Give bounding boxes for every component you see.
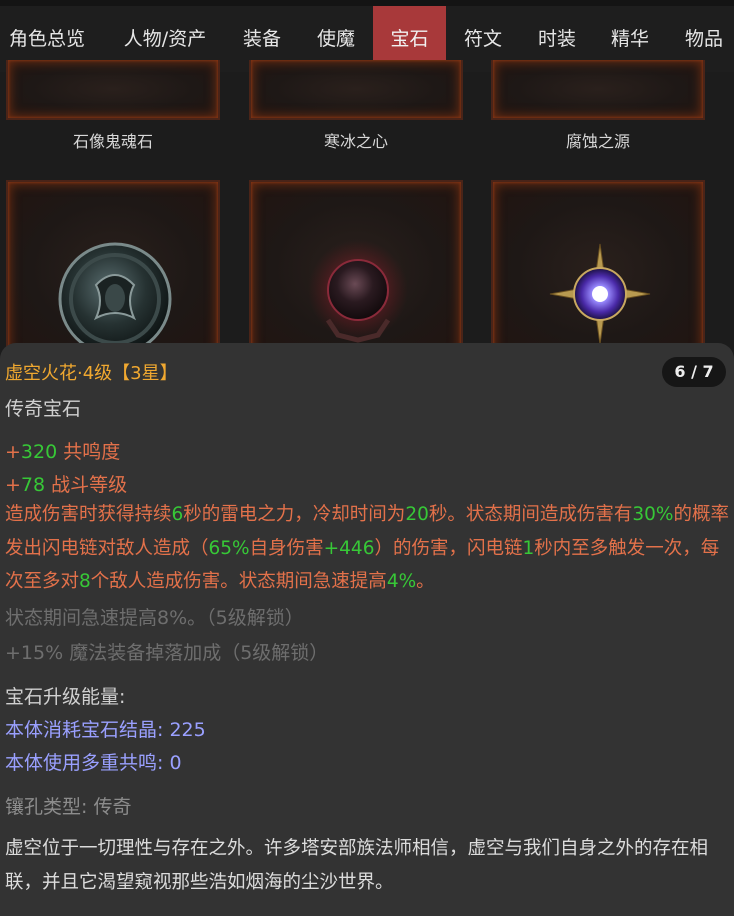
stat-plus: + <box>5 441 21 463</box>
page-counter: 6 / 7 <box>662 357 726 387</box>
gem-card-dark-orb[interactable] <box>6 180 220 360</box>
upgrade-cost: 本体消耗宝石结晶: 225 <box>5 719 206 741</box>
locked-bonus: 状态期间急速提高8%。（5级解锁） <box>5 607 304 629</box>
stat-label: 共鸣度 <box>57 441 121 463</box>
stat-plus: + <box>5 474 21 496</box>
gem-card-corrosion-source[interactable] <box>491 60 705 120</box>
gem-name: 腐蚀之源 <box>565 132 630 151</box>
gem-name: 石像鬼魂石 <box>72 132 153 151</box>
effect-number: 1 <box>522 537 535 559</box>
gem-page: 角色总览 人物/资产 装备 使魔 宝石 符文 时装 精华 物品 石像鬼魂石 寒冰… <box>0 0 734 916</box>
locked-bonus: +15% 魔法装备掉落加成（5级解锁） <box>5 642 329 664</box>
stat-label: 战斗等级 <box>45 474 128 496</box>
effect-number: 65% <box>208 537 250 559</box>
effect-number: 8 <box>79 571 91 592</box>
upgrade-title: 宝石升级能量: <box>5 686 126 708</box>
effect-number: 6 <box>171 504 184 525</box>
gem-lore: 虚空位于一切理性与存在之外。许多塔安部族法师相信，虚空与我们自身之外的存在相联，… <box>5 838 709 893</box>
effect-text: 自身伤害 <box>249 537 324 559</box>
stat-value: 320 <box>20 441 58 463</box>
effect-text: 秒。状态期间造成伤害有 <box>428 504 633 525</box>
gem-card-void-spark[interactable] <box>491 180 705 360</box>
void-spark-icon <box>549 243 651 345</box>
gem-detail-panel: 虚空火花·4级【3星】 6 / 7 传奇宝石 +320 共鸣度 +78 战斗等级… <box>0 343 734 916</box>
effect-text: 造成伤害时获得持续 <box>5 504 172 525</box>
blood-orb-icon <box>308 240 408 343</box>
socket-type: 镶孔类型: 传奇 <box>5 796 132 818</box>
stat-value: 78 <box>20 474 46 496</box>
stat-resonance: +320 共鸣度 <box>5 437 120 464</box>
gem-type: 传奇宝石 <box>5 398 82 420</box>
gem-title: 虚空火花·4级【3星】 <box>5 363 178 384</box>
effect-text: ）的伤害，闪电链 <box>374 537 523 559</box>
effect-text: 。 <box>416 571 435 592</box>
effect-number: 30% <box>632 504 674 525</box>
gem-effect-description: 造成伤害时获得持续6秒的雷电之力，冷却时间为20秒。状态期间造成伤害有30%的概… <box>5 498 729 599</box>
gem-card-gargoyle-soulstone[interactable] <box>6 60 220 120</box>
gem-card-blood-orb[interactable] <box>249 180 463 360</box>
upgrade-resonance: 本体使用多重共鸣: 0 <box>5 752 182 774</box>
effect-text: 个敌人造成伤害。状态期间急速提高 <box>90 571 387 592</box>
gem-name: 寒冰之心 <box>323 132 388 151</box>
effect-number: +446 <box>323 537 375 559</box>
stat-combat-level: +78 战斗等级 <box>5 470 127 497</box>
effect-number: 4% <box>386 571 417 592</box>
gem-card-frozen-heart[interactable] <box>249 60 463 120</box>
dark-orb-icon <box>58 242 172 356</box>
effect-text: 秒的雷电之力，冷却时间为 <box>183 504 406 525</box>
effect-number: 20 <box>405 504 429 525</box>
